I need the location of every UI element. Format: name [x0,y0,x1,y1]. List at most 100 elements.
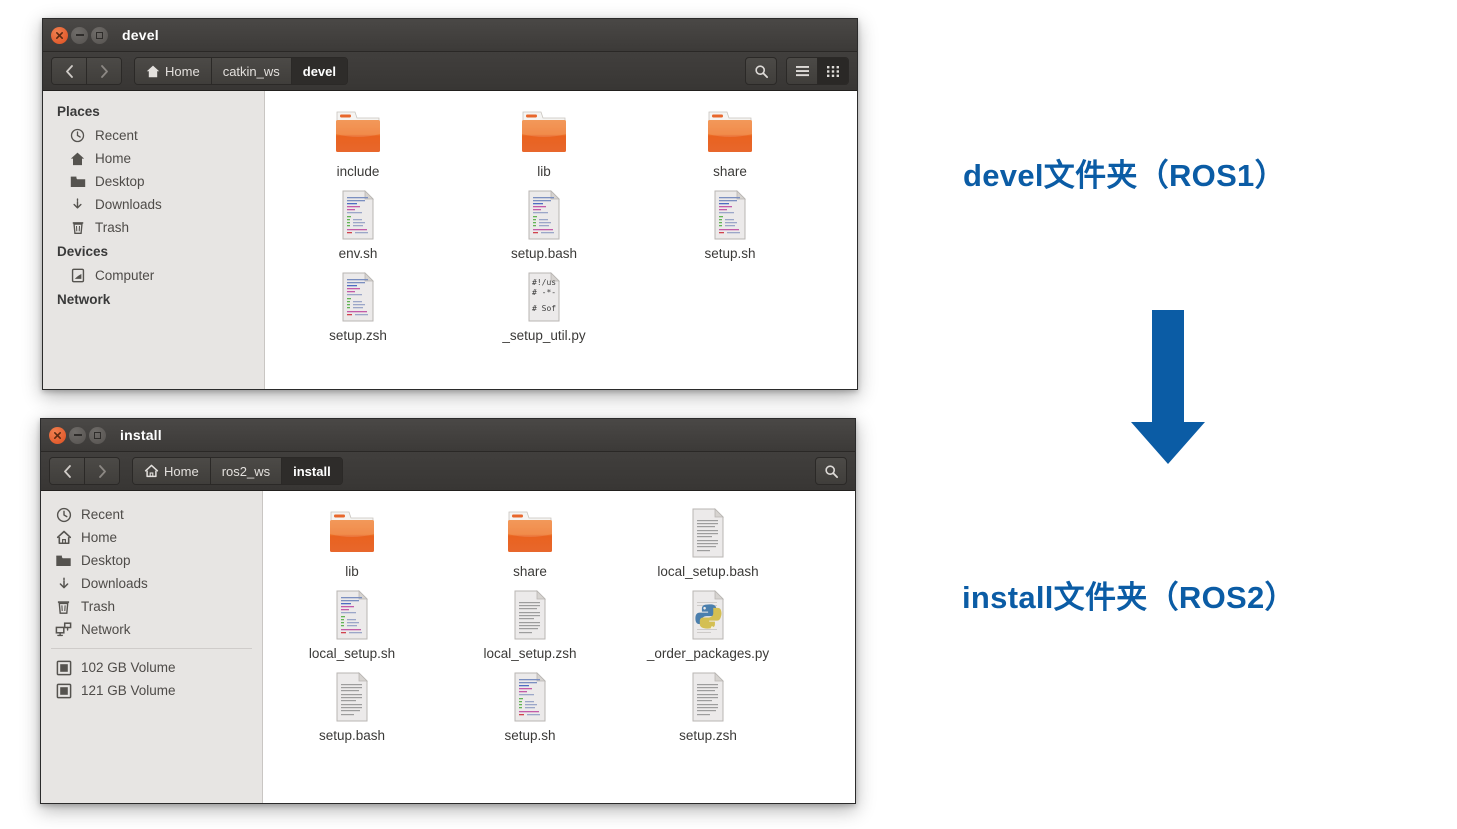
computer-icon [69,267,86,284]
file-name: _order_packages.py [646,646,770,662]
sidebar-item-downloads[interactable]: Downloads [41,572,262,595]
trash-icon [55,598,72,615]
sidebar-item-recent[interactable]: Recent [41,503,262,526]
file-item-env-sh[interactable]: env.sh [265,181,451,263]
sidebar-item-desktop[interactable]: Desktop [43,170,264,193]
titlebar[interactable]: install [41,419,855,452]
file-manager-window-install[interactable]: install Home ros2_ws install Recent Home… [40,418,856,804]
script-line-2: # -*- [532,288,556,297]
screenshot-root: devel Home catkin_ws devel Places Recent… [0,0,1457,829]
folder-icon [515,103,573,159]
minimize-button[interactable] [71,26,88,44]
breadcrumb-label: devel [302,63,337,79]
sidebar-item-trash[interactable]: Trash [43,216,264,239]
breadcrumb-item-home[interactable]: Home [135,58,212,84]
forward-button[interactable] [87,58,121,84]
down-arrow-icon [1129,310,1207,470]
file-item-setup-zsh[interactable]: setup.zsh [619,663,797,745]
file-grid-area[interactable]: include lib share env.sh setup.bash setu… [265,91,857,389]
text-script-file-icon: #!/us # -*- # Sof [522,267,566,323]
home-outline-icon [144,464,159,478]
file-item-local-setup-bash[interactable]: local_setup.bash [619,499,797,581]
sidebar-item-label: Downloads [95,197,162,212]
file-grid-area[interactable]: lib share local_setup.bash local_setup.s… [263,491,855,803]
maximize-icon [94,431,101,439]
maximize-button[interactable] [91,26,108,44]
sidebar-item-desktop[interactable]: Desktop [41,549,262,572]
sidebar-item-downloads[interactable]: Downloads [43,193,264,216]
sidebar-item-recent[interactable]: Recent [43,124,264,147]
sidebar-item-label: Trash [95,220,130,235]
breadcrumb-item-ros2-ws[interactable]: ros2_ws [210,458,283,484]
search-button[interactable] [815,457,847,485]
sidebar-item-label: Home [95,151,132,166]
breadcrumb: Home catkin_ws devel [134,57,349,85]
file-item-lib[interactable]: lib [263,499,441,581]
breadcrumb-item-catkin-ws[interactable]: catkin_ws [211,58,292,84]
file-name: setup.zsh [329,328,387,344]
sidebar-header-network: Network [57,292,111,307]
sidebar-item-volume-121gb[interactable]: 121 GB Volume [41,679,262,702]
maximize-icon [96,31,103,39]
file-name: setup.bash [318,728,386,744]
file-item-share[interactable]: share [441,499,619,581]
forward-button[interactable] [85,458,119,484]
breadcrumb-label: Home [165,63,200,79]
sidebar-item-home[interactable]: Home [41,526,262,549]
trash-icon [69,219,86,236]
minimize-icon [75,34,84,36]
drive-icon [55,659,72,676]
file-item-setup-bash[interactable]: setup.bash [263,663,441,745]
file-manager-window-devel[interactable]: devel Home catkin_ws devel Places Recent… [42,18,858,390]
file-item-share[interactable]: share [637,99,823,181]
sidebar-item-label: Network [81,622,131,637]
file-item-order-packages-py[interactable]: _order_packages.py [619,581,797,663]
close-button[interactable] [49,426,66,444]
sidebar[interactable]: Recent Home Desktop Downloads Trash Netw… [41,491,263,803]
window-body: Places Recent Home Desktop Downloads Tra… [43,91,857,389]
file-item-setup-bash[interactable]: setup.bash [451,181,637,263]
file-item-setup-util-py[interactable]: #!/us # -*- # Sof _setup_util.py [451,263,637,345]
file-item-setup-sh[interactable]: setup.sh [441,663,619,745]
list-view-button[interactable] [787,58,818,84]
annotation-devel-label: devel文件夹（ROS1） [963,158,1286,193]
file-item-lib[interactable]: lib [451,99,637,181]
search-button[interactable] [745,57,777,85]
sidebar-item-label: 121 GB Volume [81,683,176,698]
breadcrumb-item-devel[interactable]: devel [291,58,348,84]
download-icon [55,575,72,592]
file-name: local_setup.sh [308,646,396,662]
script-file-icon [336,267,380,323]
grid-view-button[interactable] [818,58,848,84]
navigation-buttons [49,457,120,485]
file-item-setup-sh[interactable]: setup.sh [637,181,823,263]
breadcrumb-label: catkin_ws [222,63,280,79]
drive-icon [55,682,72,699]
sidebar-item-label: 102 GB Volume [81,660,176,675]
maximize-button[interactable] [89,426,106,444]
file-item-local-setup-sh[interactable]: local_setup.sh [263,581,441,663]
back-button[interactable] [50,458,85,484]
sidebar-item-volume-102gb[interactable]: 102 GB Volume [41,656,262,679]
sidebar[interactable]: Places Recent Home Desktop Downloads Tra… [43,91,265,389]
navigation-buttons [51,57,122,85]
sidebar-item-network[interactable]: Network [41,618,262,641]
chevron-left-icon [63,464,71,478]
file-item-setup-zsh[interactable]: setup.zsh [265,263,451,345]
file-name: setup.sh [504,728,556,744]
sidebar-item-trash[interactable]: Trash [41,595,262,618]
plain-file-icon [686,503,730,559]
breadcrumb-item-install[interactable]: install [282,458,342,484]
minimize-button[interactable] [69,426,86,444]
script-file-icon [330,585,374,641]
file-item-include[interactable]: include [265,99,451,181]
breadcrumb-item-home[interactable]: Home [133,458,211,484]
sidebar-item-label: Home [81,530,118,545]
back-button[interactable] [52,58,87,84]
file-name: lib [537,164,551,179]
file-item-local-setup-zsh[interactable]: local_setup.zsh [441,581,619,663]
close-button[interactable] [51,26,68,44]
sidebar-item-computer[interactable]: Computer [43,264,264,287]
titlebar[interactable]: devel [43,19,857,52]
sidebar-item-home[interactable]: Home [43,147,264,170]
